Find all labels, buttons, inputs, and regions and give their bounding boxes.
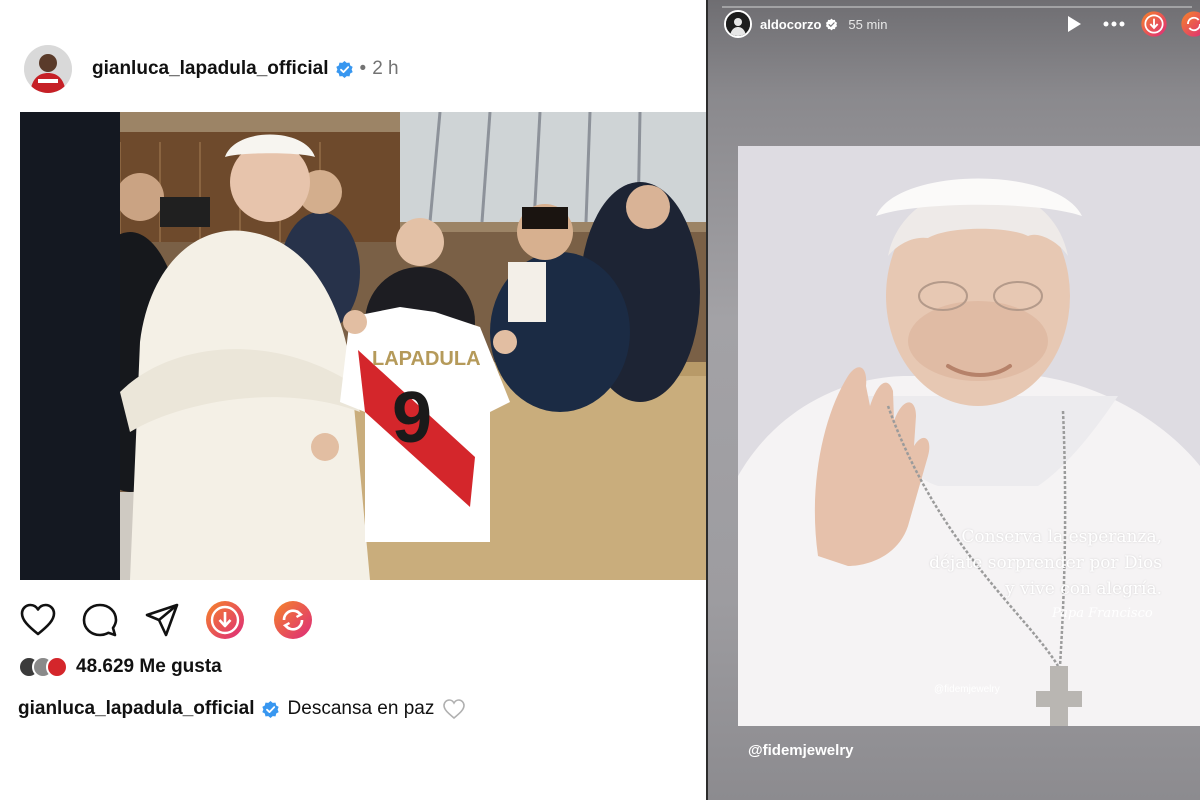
story-mention-sticker[interactable]: @fidemjewelry [748, 742, 854, 759]
liker-avatar [46, 656, 68, 678]
pope-portrait-image [738, 146, 1200, 726]
caption-username[interactable]: gianluca_lapadula_official [18, 698, 255, 720]
download-button[interactable] [204, 599, 246, 641]
heart-icon [20, 603, 56, 636]
repost-icon [1181, 11, 1200, 37]
quote-line: Conserva la esperanza, [961, 527, 1162, 547]
avatar-image [24, 45, 72, 93]
more-options-button[interactable] [1100, 10, 1128, 38]
story-avatar[interactable] [724, 10, 752, 38]
liker-avatars [18, 656, 70, 678]
jersey-number-text: 9 [392, 378, 432, 458]
post-photo[interactable]: LAPADULA 9 [20, 112, 708, 580]
verified-badge-icon [261, 700, 279, 718]
post-caption: gianluca_lapadula_official Descansa en p… [18, 698, 466, 720]
verified-badge-icon [826, 18, 838, 30]
panel-divider [706, 0, 708, 800]
post-time[interactable]: 2 h [372, 58, 398, 80]
separator-dot: • [359, 58, 367, 79]
instagram-post: gianluca_lapadula_official • 2 h LAPADUL… [0, 0, 708, 800]
more-icon [1103, 21, 1125, 27]
play-icon [1068, 16, 1081, 32]
story-signature: Papa Francisco [1052, 606, 1153, 621]
like-button[interactable] [18, 600, 58, 640]
photo-pope-receives-jersey: LAPADULA 9 [20, 112, 708, 580]
post-action-bar [18, 598, 340, 642]
repost-button[interactable] [272, 599, 314, 641]
story-download-button[interactable] [1140, 10, 1168, 38]
repost-icon [274, 601, 312, 639]
play-button[interactable] [1060, 10, 1088, 38]
caption-text: Descansa en paz [287, 698, 435, 719]
comment-icon [82, 603, 118, 637]
story-time: 55 min [848, 16, 888, 32]
story-header: aldocorzo 55 min [724, 10, 887, 38]
story-quote: Conserva la esperanza, déjate sorprender… [929, 524, 1162, 602]
comment-button[interactable] [80, 600, 120, 640]
story-username[interactable]: aldocorzo [760, 17, 821, 32]
likes-row[interactable]: 48.629 Me gusta [18, 656, 222, 678]
story-avatar-image [726, 12, 750, 36]
quote-line: y vive con alegría. [1005, 579, 1162, 599]
post-header: gianluca_lapadula_official • 2 h [24, 44, 399, 94]
avatar[interactable] [24, 45, 72, 93]
jersey-name-text: LAPADULA [372, 348, 481, 370]
likes-count[interactable]: 48.629 Me gusta [76, 656, 222, 678]
story-image-card: Conserva la esperanza, déjate sorprender… [738, 146, 1200, 726]
story-repost-button[interactable] [1180, 10, 1200, 38]
quote-line: déjate sorprender por Dios [929, 553, 1162, 573]
share-button[interactable] [142, 600, 182, 640]
card-watermark: @fidemjewelry [934, 684, 1000, 695]
download-icon [1141, 11, 1167, 37]
download-icon [206, 601, 244, 639]
white-heart-icon [443, 699, 466, 720]
share-icon [145, 603, 179, 637]
verified-badge-icon [335, 60, 353, 78]
story-controls [1060, 8, 1200, 40]
post-username[interactable]: gianluca_lapadula_official [92, 58, 329, 80]
